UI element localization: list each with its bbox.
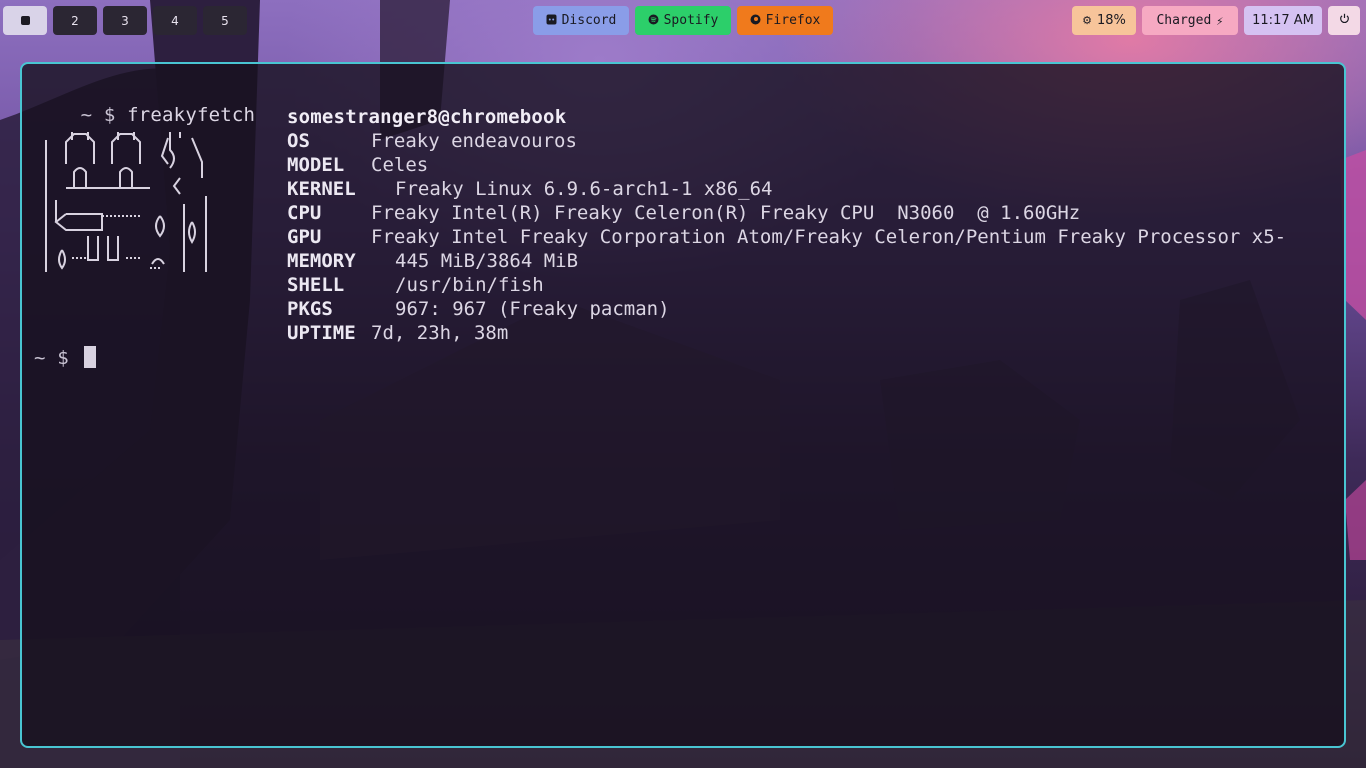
cpu-usage-widget[interactable]: ⚙ 18% (1072, 6, 1136, 35)
workspace-3-button[interactable]: 3 (103, 6, 147, 35)
terminal-window[interactable]: ~ $ freakyfetch somestranger8@chromebook… (20, 62, 1346, 748)
info-key-memory: MEMORY (287, 250, 356, 272)
firefox-icon (750, 14, 761, 27)
info-key-model: MODEL (287, 154, 345, 176)
firefox-label: Firefox (765, 13, 821, 28)
text-cursor[interactable] (84, 346, 96, 368)
info-key-shell: SHELL (287, 274, 345, 296)
top-bar: 2 3 4 5 Discord Spotify Firefox ⚙ 18% Ch… (0, 0, 1366, 40)
workspace-2-button[interactable]: 2 (53, 6, 97, 35)
info-key-kernel: KERNEL (287, 178, 356, 200)
discord-button[interactable]: Discord (533, 6, 629, 35)
power-icon (1339, 13, 1350, 28)
info-value-uptime: 7d, 23h, 38m (371, 322, 509, 344)
workspace-1-button[interactable] (3, 6, 47, 35)
info-value-memory: 445 MiB/3864 MiB (395, 250, 579, 272)
info-key-cpu: CPU (287, 202, 322, 224)
spotify-label: Spotify (663, 13, 719, 28)
info-key-pkgs: PKGS (287, 298, 333, 320)
power-button[interactable] (1328, 6, 1360, 35)
cpu-usage-value: 18% (1096, 13, 1126, 28)
distro-ascii-logo (45, 132, 207, 272)
discord-icon (546, 14, 557, 27)
info-key-os: OS (287, 130, 310, 152)
user-host: somestranger8@chromebook (287, 106, 567, 128)
spotify-button[interactable]: Spotify (635, 6, 731, 35)
command-text: freakyfetch (127, 104, 256, 126)
workspace-5-button[interactable]: 5 (203, 6, 247, 35)
bolt-icon: ⚡ (1216, 13, 1224, 28)
clock-time: 11:17 AM (1252, 13, 1314, 28)
battery-widget[interactable]: Charged ⚡ (1142, 6, 1238, 35)
shell-prompt-2: ~ $ (34, 347, 69, 369)
spotify-icon (648, 14, 659, 27)
firefox-button[interactable]: Firefox (737, 6, 833, 35)
info-value-cpu: Freaky Intel(R) Freaky Celeron(R) Freaky… (371, 202, 1081, 224)
workspace-4-button[interactable]: 4 (153, 6, 197, 35)
battery-status: Charged (1156, 13, 1212, 28)
info-value-kernel: Freaky Linux 6.9.6-arch1-1 x86_64 (395, 178, 773, 200)
shell-prompt: ~ $ (80, 104, 116, 126)
cpu-icon: ⚙ (1082, 14, 1092, 27)
discord-label: Discord (561, 13, 617, 28)
info-key-gpu: GPU (287, 226, 322, 248)
info-value-os: Freaky endeavouros (371, 130, 577, 152)
info-value-gpu: Freaky Intel Freaky Corporation Atom/Fre… (371, 226, 1287, 248)
info-value-pkgs: 967: 967 (Freaky pacman) (395, 298, 670, 320)
info-key-uptime: UPTIME (287, 322, 356, 344)
clock-widget[interactable]: 11:17 AM (1244, 6, 1322, 35)
info-value-shell: /usr/bin/fish (395, 274, 544, 296)
active-workspace-square-icon (20, 16, 30, 25)
info-value-model: Celes (371, 154, 429, 176)
